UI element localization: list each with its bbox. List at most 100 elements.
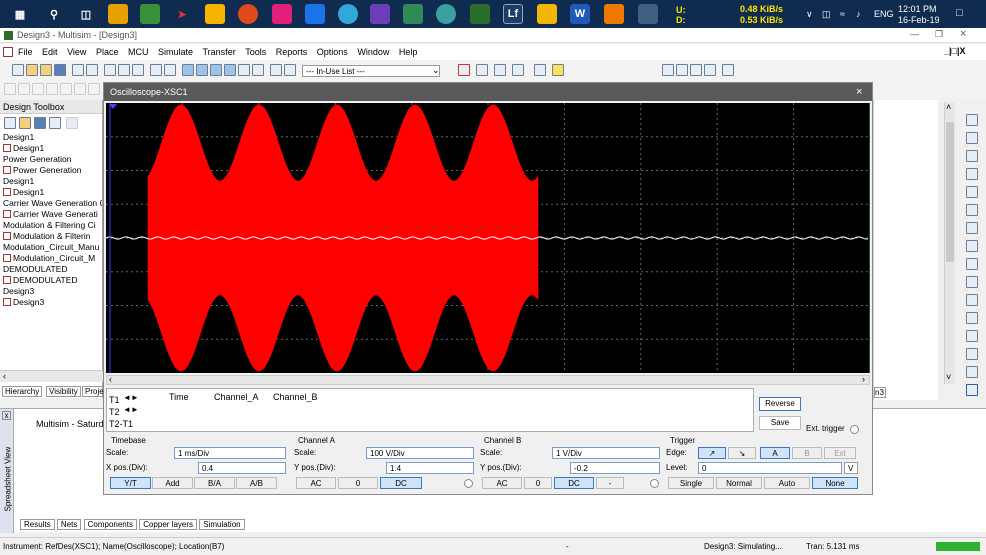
zoom-fit-icon[interactable] xyxy=(704,64,716,76)
tree-item[interactable]: Design3 xyxy=(0,286,102,297)
new-design-icon[interactable] xyxy=(4,117,16,129)
tree-item[interactable]: Design1 xyxy=(0,132,102,143)
oscilloscope-window[interactable]: Oscilloscope-XSC1 × ‹ › T1 ◄► T2 ◄► T2-T… xyxy=(103,82,873,495)
channel-a-dc-button[interactable]: DC xyxy=(380,477,422,489)
save-button[interactable]: Save xyxy=(759,416,801,430)
menu-tools[interactable]: Tools xyxy=(245,47,266,57)
tree-item[interactable]: Carrier Wave Generati xyxy=(0,209,102,220)
menu-simulate[interactable]: Simulate xyxy=(158,47,193,57)
tree-item[interactable]: DEMODULATED xyxy=(0,275,102,286)
timebase-scale-field[interactable]: 1 ms/Div xyxy=(174,447,286,459)
mdi-controls-icon[interactable]: _|□|X xyxy=(944,46,965,56)
language-indicator[interactable]: ENG xyxy=(874,9,894,19)
copy-icon[interactable] xyxy=(118,64,130,76)
tab-copper-layers[interactable]: Copper layers xyxy=(139,519,198,530)
trigger-normal-button[interactable]: Normal xyxy=(716,477,762,489)
menu-edit[interactable]: Edit xyxy=(42,47,58,57)
menu-mcu[interactable]: MCU xyxy=(128,47,149,57)
trigger-ext-button[interactable]: Ext xyxy=(824,447,856,459)
toggle-fullscreen-icon[interactable] xyxy=(182,64,194,76)
tree-item[interactable]: Power Generation xyxy=(0,154,102,165)
clock-date[interactable]: 16-Feb-19 xyxy=(898,15,940,25)
bom-icon[interactable] xyxy=(284,64,296,76)
falling-edge-icon[interactable]: ↘ xyxy=(728,447,756,459)
iv-analyzer-icon[interactable] xyxy=(966,294,978,306)
word-generator-icon[interactable] xyxy=(966,240,978,252)
app-green-icon[interactable] xyxy=(403,4,423,24)
restore-icon[interactable]: ❐ xyxy=(935,29,943,40)
app-purple-icon[interactable] xyxy=(370,4,390,24)
trigger-b-button[interactable]: B xyxy=(792,447,822,459)
mode-yt-button[interactable]: Y/T xyxy=(110,477,151,489)
zoom-area-icon[interactable] xyxy=(690,64,702,76)
open-icon[interactable] xyxy=(26,64,38,76)
toolbox-scrollbar[interactable]: ‹ xyxy=(0,370,103,382)
scroll-thumb[interactable] xyxy=(946,122,954,262)
wifi-icon[interactable]: ≈ xyxy=(840,9,845,19)
trigger-level-field[interactable]: 0 xyxy=(698,462,842,474)
save-design-icon[interactable] xyxy=(34,117,46,129)
back-annotate-icon[interactable] xyxy=(494,64,506,76)
ttl-icon[interactable] xyxy=(74,83,86,95)
doc-icon[interactable] xyxy=(3,47,13,57)
probe-icon[interactable] xyxy=(458,64,470,76)
redo-icon[interactable] xyxy=(164,64,176,76)
function-generator-icon[interactable] xyxy=(966,132,978,144)
forward-annotate-icon[interactable] xyxy=(512,64,524,76)
transistor-icon[interactable] xyxy=(46,83,58,95)
calculator-icon[interactable] xyxy=(638,4,658,24)
menu-transfer[interactable]: Transfer xyxy=(203,47,236,57)
basic-icon[interactable] xyxy=(18,83,30,95)
tree-item[interactable]: Modulation & Filtering Ci xyxy=(0,220,102,231)
channel-b-minus-button[interactable]: - xyxy=(596,477,624,489)
help-icon[interactable] xyxy=(552,64,564,76)
channel-b-zero-button[interactable]: 0 xyxy=(524,477,552,489)
volume-icon[interactable]: ♪ xyxy=(856,9,861,19)
photos-icon[interactable] xyxy=(140,4,160,24)
channel-a-ac-button[interactable]: AC xyxy=(296,477,336,489)
bode-plotter-icon[interactable] xyxy=(966,204,978,216)
mode-add-button[interactable]: Add xyxy=(152,477,193,489)
distortion-analyzer-icon[interactable] xyxy=(966,312,978,324)
app-orange-icon[interactable] xyxy=(604,4,624,24)
channel-a-zero-button[interactable]: 0 xyxy=(338,477,378,489)
edge-icon[interactable] xyxy=(338,4,358,24)
wattmeter-icon[interactable] xyxy=(966,150,978,162)
zoom-full-icon[interactable] xyxy=(722,64,734,76)
channel-a-terminal[interactable] xyxy=(464,479,473,488)
trigger-none-button[interactable]: None xyxy=(812,477,858,489)
agilent-icon[interactable] xyxy=(966,366,978,378)
tree-item[interactable]: Carrier Wave Generation C xyxy=(0,198,102,209)
open-design-icon[interactable] xyxy=(19,117,31,129)
print-icon[interactable] xyxy=(72,64,84,76)
windows-start-icon[interactable]: ▦ xyxy=(10,4,30,24)
osc-scroll-left-icon[interactable]: ‹ xyxy=(109,374,112,384)
menu-reports[interactable]: Reports xyxy=(276,47,308,57)
tree-item[interactable]: Design1 xyxy=(0,176,102,187)
close-spreadsheet-icon[interactable]: x xyxy=(2,411,11,420)
tree-item[interactable]: Design1 xyxy=(0,143,102,154)
tree-item[interactable]: Modulation_Circuit_Manu xyxy=(0,242,102,253)
logic-analyzer-icon[interactable] xyxy=(966,276,978,288)
tree-item[interactable]: Design3 xyxy=(0,297,102,308)
multisim-icon[interactable] xyxy=(470,4,490,24)
component-wizard-icon[interactable] xyxy=(238,64,250,76)
channel-a-scale-field[interactable]: 100 V/Div xyxy=(366,447,474,459)
cut-icon[interactable] xyxy=(104,64,116,76)
paste-icon[interactable] xyxy=(132,64,144,76)
close-window-icon[interactable]: × xyxy=(960,28,966,40)
source-icon[interactable] xyxy=(4,83,16,95)
chevron-up-icon[interactable]: ∨ xyxy=(806,9,813,20)
properties-icon[interactable] xyxy=(66,117,78,129)
search-icon[interactable]: ⚲ xyxy=(44,4,64,24)
new-icon[interactable] xyxy=(12,64,24,76)
reverse-button[interactable]: Reverse xyxy=(759,397,801,411)
app-yellow-icon[interactable] xyxy=(537,4,557,24)
tab-hierarchy[interactable]: Hierarchy xyxy=(2,386,43,397)
scroll-left-icon[interactable]: ‹ xyxy=(3,371,6,381)
zoom-out-icon[interactable] xyxy=(676,64,688,76)
diode-icon[interactable] xyxy=(32,83,44,95)
multimeter-icon[interactable] xyxy=(966,114,978,126)
rising-edge-icon[interactable]: ↗ xyxy=(698,447,726,459)
app-teal-icon[interactable] xyxy=(436,4,456,24)
